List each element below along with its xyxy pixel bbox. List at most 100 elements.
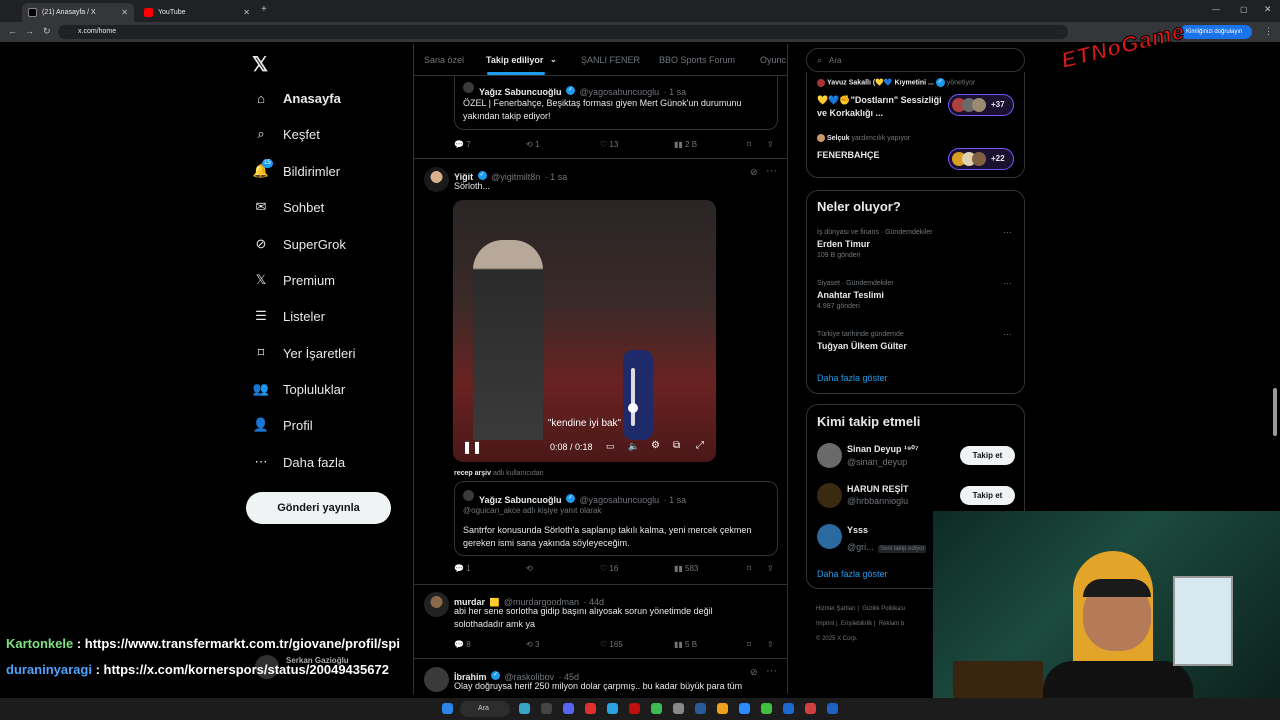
suggested-user-handle[interactable]: @hrbbannioglu: [847, 496, 909, 506]
tab-bbo-sports[interactable]: BBO Sports Forum: [659, 55, 735, 65]
taskbar-search[interactable]: Ara: [460, 701, 510, 717]
volume-icon[interactable]: 🔈: [628, 441, 639, 452]
quoted-tweet[interactable]: Yağız Sabuncuoğlu ✓ @yagosabuncuoglu · 1…: [454, 481, 778, 556]
captions-icon[interactable]: ▭: [606, 441, 615, 452]
views-button[interactable]: ▮▮ 5 B: [674, 640, 697, 649]
footer-link[interactable]: Hizmet Şartları: [816, 606, 856, 612]
views-button[interactable]: ▮▮ 583: [674, 564, 698, 573]
kebab-menu-icon[interactable]: ⋮: [1264, 26, 1273, 37]
avatar[interactable]: [424, 592, 449, 617]
suggested-user-name[interactable]: Ysss: [847, 525, 926, 535]
nav-item-5[interactable]: 𝕏 Premium: [252, 268, 335, 292]
share-icon[interactable]: ⇪: [767, 140, 774, 149]
suggested-user-name[interactable]: HARUN REŞİT: [847, 484, 909, 494]
tweet-time[interactable]: · 1 sa: [664, 495, 687, 505]
reply-button[interactable]: 💬 1: [454, 564, 471, 573]
attribution-name[interactable]: recep arşiv: [454, 470, 491, 477]
tweet-author-name[interactable]: Yağız Sabuncuoğlu: [479, 495, 562, 505]
tweet-handle[interactable]: @yagosabuncuoglu: [579, 495, 659, 505]
app-icon[interactable]: [827, 703, 838, 714]
bookmark-icon[interactable]: ⌑: [747, 564, 751, 573]
tweet-handle[interactable]: @yagosabuncuoglu: [579, 87, 659, 97]
forward-icon[interactable]: →: [25, 26, 34, 36]
nav-item-1[interactable]: ⌕ Keşfet: [252, 122, 320, 146]
show-more-link[interactable]: Daha fazla göster: [817, 373, 888, 383]
space-host[interactable]: Selçuk: [827, 135, 850, 142]
repost-button[interactable]: ⟲ 1: [526, 140, 539, 149]
window-close-icon[interactable]: ✕: [1264, 4, 1272, 15]
avatar[interactable]: [817, 524, 842, 549]
fullscreen-icon[interactable]: ⤢: [696, 440, 704, 451]
app-icon[interactable]: [519, 703, 530, 714]
avatar[interactable]: [424, 667, 449, 692]
footer-link[interactable]: Imprint: [816, 621, 834, 627]
settings-icon[interactable]: ⚙: [651, 440, 660, 451]
nav-item-0[interactable]: ⌂ Anasayfa: [252, 86, 341, 110]
suggested-user-handle[interactable]: @sinan_deyup: [847, 457, 919, 467]
space-host[interactable]: Yavuz Sakallı (💛💙 Kıymetini ...: [827, 79, 934, 86]
like-button[interactable]: ♡ 165: [600, 640, 623, 649]
share-icon[interactable]: ⇪: [767, 564, 774, 573]
views-button[interactable]: ▮▮ 2 B: [674, 140, 697, 149]
reply-button[interactable]: 💬 8: [454, 640, 471, 649]
space-title[interactable]: FENERBAHÇE: [817, 150, 880, 160]
close-icon[interactable]: ✕: [243, 8, 250, 17]
app-icon[interactable]: [585, 703, 596, 714]
discord-icon[interactable]: [563, 703, 574, 714]
trend-name[interactable]: Anahtar Teslimi: [817, 290, 894, 300]
tweet-author-name[interactable]: Yağız Sabuncuoğlu: [479, 87, 562, 97]
app-icon[interactable]: [673, 703, 684, 714]
pause-icon[interactable]: ❚❚: [462, 440, 482, 454]
tab-youtube[interactable]: YouTube ✕: [138, 3, 256, 22]
pip-icon[interactable]: ⧉: [673, 440, 680, 451]
repost-button[interactable]: ⟲ 3: [526, 640, 539, 649]
more-icon[interactable]: ···: [1003, 278, 1012, 288]
tweet-time[interactable]: · 1 sa: [664, 87, 687, 97]
windows-start-icon[interactable]: [442, 703, 453, 714]
trend-item[interactable]: Siyaset · Gündemdekiler Anahtar Teslimi …: [817, 280, 894, 310]
chrome-icon[interactable]: [651, 703, 662, 714]
minimize-icon[interactable]: —: [1212, 5, 1220, 14]
nav-item-9[interactable]: 👤 Profil: [252, 413, 313, 437]
close-icon[interactable]: ✕: [121, 8, 128, 17]
app-icon[interactable]: [761, 703, 772, 714]
trend-item[interactable]: Türkiye tarihinde gündemde Tuğyan Ülkem …: [817, 331, 907, 351]
avatar[interactable]: [817, 443, 842, 468]
nav-item-2[interactable]: 🔔 15 Bildirimler: [252, 159, 340, 183]
bookmark-icon[interactable]: ⌑: [747, 140, 751, 149]
reload-icon[interactable]: ↻: [43, 26, 51, 37]
volume-slider-handle[interactable]: [628, 403, 638, 413]
tab-following[interactable]: Takip ediliyor: [486, 55, 543, 65]
app-icon[interactable]: [805, 703, 816, 714]
page-scrollbar[interactable]: [1273, 388, 1277, 436]
search-box[interactable]: ⌕ Ara: [806, 48, 1025, 72]
url-input[interactable]: x.com/home: [58, 25, 1068, 39]
footer-link[interactable]: Gizlilik Politikası: [862, 606, 905, 612]
video-player[interactable]: "kendine iyi bak" ❚❚ 0:08 / 0:18 ▭ 🔈 ⚙ ⧉…: [453, 200, 716, 462]
suggested-user-handle[interactable]: @gri...: [847, 542, 874, 552]
nav-item-6[interactable]: ☰ Listeler: [252, 304, 325, 328]
nav-item-4[interactable]: ⊘ SuperGrok: [252, 232, 346, 256]
more-icon[interactable]: ···: [1003, 329, 1012, 339]
netflix-icon[interactable]: [629, 703, 640, 714]
share-icon[interactable]: ⇪: [767, 640, 774, 649]
avatar[interactable]: [817, 483, 842, 508]
tweet-handle[interactable]: @yigitmilt8n: [491, 172, 540, 182]
app-icon[interactable]: [717, 703, 728, 714]
show-more-link[interactable]: Daha fazla göster: [817, 569, 888, 579]
search-input[interactable]: Ara: [829, 56, 841, 65]
nav-item-3[interactable]: ✉ Sohbet: [252, 195, 325, 219]
chevron-down-icon[interactable]: ⌄: [550, 55, 557, 64]
profile-verify-button[interactable]: Kimliğinizi doğrulayın: [1180, 25, 1252, 39]
volume-slider[interactable]: [631, 368, 635, 426]
avatar[interactable]: [424, 167, 449, 192]
more-icon[interactable]: ···: [766, 165, 777, 177]
tab-sanli-fener[interactable]: ŞANLI FENER: [581, 55, 640, 65]
like-button[interactable]: ♡ 16: [600, 564, 618, 573]
app-icon[interactable]: [695, 703, 706, 714]
follow-button[interactable]: Takip et: [960, 446, 1015, 465]
grok-icon[interactable]: ⊘: [750, 167, 758, 178]
tab-for-you[interactable]: Sana özel: [424, 55, 464, 65]
nav-item-10[interactable]: ⋯ Daha fazla: [252, 450, 346, 474]
new-tab-icon[interactable]: +: [261, 4, 267, 15]
